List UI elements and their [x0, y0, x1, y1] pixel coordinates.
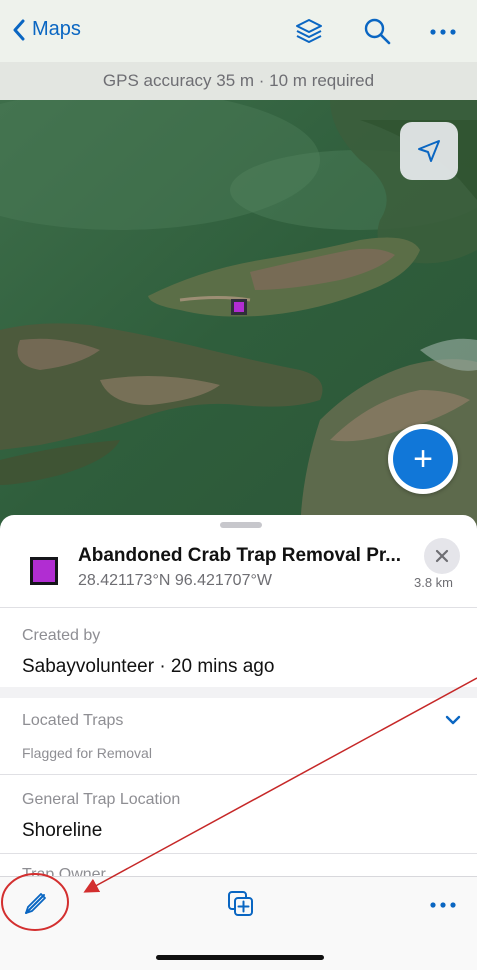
more-icon [430, 902, 456, 908]
divider [0, 607, 477, 608]
chevron-left-icon [13, 19, 25, 40]
located-traps-label: Located Traps [22, 712, 124, 729]
feature-title: Abandoned Crab Trap Removal Pr... [78, 545, 402, 566]
divider [0, 853, 477, 854]
location-arrow-icon [418, 140, 440, 162]
created-by-label: Created by [22, 627, 101, 644]
locate-me-button[interactable] [400, 122, 458, 180]
feature-marker-icon [30, 557, 58, 585]
trap-location-value: Shoreline [22, 820, 103, 841]
feature-distance: 3.8 km [414, 575, 454, 590]
plus-icon: + [393, 429, 453, 489]
back-button[interactable]: Maps [12, 18, 81, 41]
toolbar-more-button[interactable] [428, 897, 458, 918]
close-button[interactable] [424, 538, 460, 574]
gps-accuracy-text: GPS accuracy 35 m · 10 m required [102, 71, 375, 90]
gps-accuracy-banner: GPS accuracy 35 m · 10 m required [0, 62, 477, 100]
search-icon [364, 18, 391, 45]
close-icon [435, 549, 449, 563]
edit-button[interactable] [22, 891, 48, 922]
back-label: Maps [32, 18, 81, 40]
home-indicator [156, 955, 324, 960]
duplicate-icon [228, 891, 253, 916]
pencil-icon [25, 893, 46, 914]
duplicate-button[interactable] [226, 889, 256, 924]
top-bar: Maps [0, 0, 477, 62]
located-traps-subtitle: Flagged for Removal [22, 745, 152, 761]
more-button[interactable] [428, 20, 458, 49]
more-icon [430, 29, 456, 35]
search-button[interactable] [362, 16, 392, 51]
chevron-down-icon [445, 715, 461, 725]
feature-coordinates: 28.421173°N 96.421707°W [78, 572, 272, 589]
sheet-grabber[interactable] [220, 522, 262, 528]
layers-icon [296, 19, 322, 43]
add-feature-button[interactable]: + [388, 424, 458, 494]
section-divider [0, 687, 477, 698]
layers-button[interactable] [294, 16, 324, 51]
created-by-value: Sabayvolunteer · 20 mins ago [22, 656, 275, 677]
trap-location-label: General Trap Location [22, 791, 181, 808]
divider [0, 774, 477, 775]
